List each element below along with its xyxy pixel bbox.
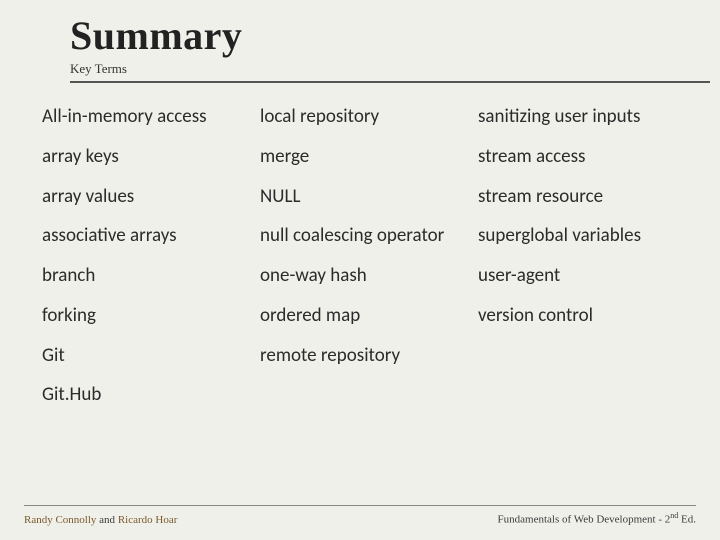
book-title-suffix: Ed.	[678, 514, 696, 526]
book-title-prefix: Fundamentals of Web Development - 2	[498, 514, 671, 526]
term-item: sanitizing user inputs	[478, 105, 684, 129]
term-item: Git	[42, 344, 248, 368]
term-item: remote repository	[260, 344, 466, 368]
term-item: forking	[42, 304, 248, 328]
term-item: version control	[478, 304, 684, 328]
terms-grid: All-in-memory access array keys array va…	[42, 105, 684, 423]
term-item: associative arrays	[42, 224, 248, 248]
terms-column-2: local repository merge NULL null coalesc…	[260, 105, 466, 423]
term-item: local repository	[260, 105, 466, 129]
term-item: null coalescing operator	[260, 224, 466, 248]
term-item: stream access	[478, 145, 684, 169]
author-name: Randy Connolly	[24, 514, 96, 526]
page-subtitle: Key Terms	[70, 61, 684, 77]
title-divider	[70, 81, 710, 83]
page-title: Summary	[70, 12, 684, 59]
terms-column-1: All-in-memory access array keys array va…	[42, 105, 248, 423]
term-item: merge	[260, 145, 466, 169]
term-item: superglobal variables	[478, 224, 684, 248]
term-item: array values	[42, 185, 248, 209]
title-block: Summary Key Terms	[70, 12, 684, 83]
footer-authors: Randy Connolly and Ricardo Hoar	[24, 514, 177, 526]
slide: Summary Key Terms All-in-memory access a…	[0, 0, 720, 540]
term-item: branch	[42, 264, 248, 288]
author-name: Ricardo Hoar	[118, 514, 178, 526]
term-item: Git.Hub	[42, 383, 248, 407]
term-item: All-in-memory access	[42, 105, 248, 129]
footer-book: Fundamentals of Web Development - 2nd Ed…	[498, 511, 696, 526]
term-item: ordered map	[260, 304, 466, 328]
term-item: stream resource	[478, 185, 684, 209]
author-joiner: and	[96, 514, 117, 526]
footer: Randy Connolly and Ricardo Hoar Fundamen…	[24, 511, 696, 526]
footer-divider	[24, 505, 696, 506]
term-item: array keys	[42, 145, 248, 169]
terms-column-3: sanitizing user inputs stream access str…	[478, 105, 684, 423]
term-item: one-way hash	[260, 264, 466, 288]
term-item: NULL	[260, 185, 466, 209]
term-item: user-agent	[478, 264, 684, 288]
